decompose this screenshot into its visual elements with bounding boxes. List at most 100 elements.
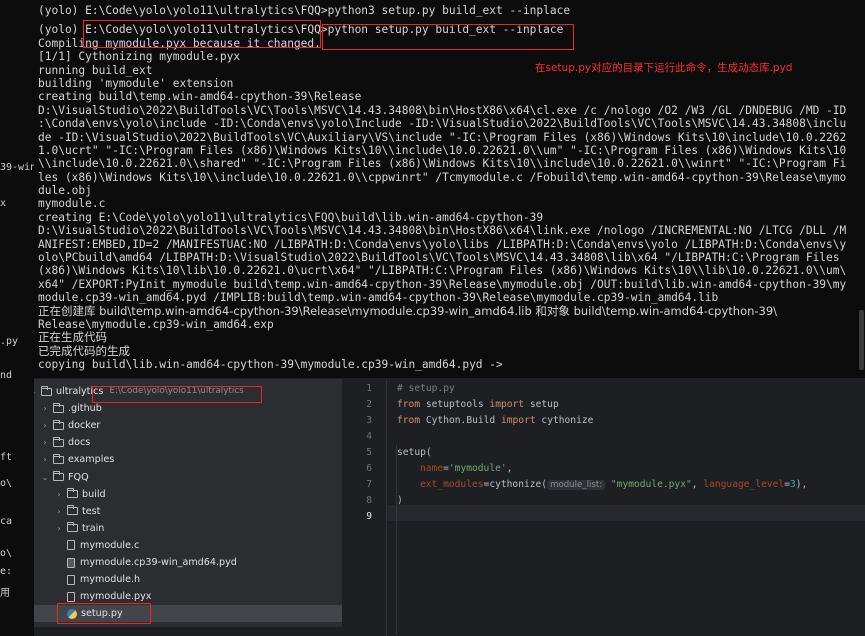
code-line-6[interactable]: name='mymodule', (397, 463, 512, 474)
terminal-line: 正在生成代码 (38, 331, 107, 345)
tree-item-mymodule-h[interactable]: mymodule.h (67, 571, 140, 588)
line-number: 6 (366, 463, 372, 474)
terminal-line: building 'mymodule' extension (38, 76, 234, 90)
chevron-right-icon[interactable]: › (40, 434, 50, 451)
tree-item-label: mymodule.c (80, 539, 140, 551)
module-token: Cython.Build (420, 415, 501, 426)
terminal-line: module.cp39-win_amd64.pyd /IMPLIB:build\… (38, 291, 719, 305)
param-token: language_level (703, 479, 785, 490)
terminal-line: dule.obj (38, 184, 92, 198)
tree-item-mymodule-c[interactable]: mymodule.c (67, 537, 139, 554)
tree-item-train[interactable]: › train (54, 520, 104, 537)
terminal-line: \\include\10.0.22621.0\\shared" "-IC:\Pr… (38, 157, 847, 171)
line-number: 1 (366, 383, 372, 394)
tree-item-build[interactable]: › build (54, 486, 106, 503)
tree-item-label: docs (68, 437, 91, 449)
project-tree[interactable]: ⌄ultralyticsE:\Code\yolo\yolo11\ultralyt… (10, 379, 342, 627)
parameter-hint: module_list: (547, 480, 606, 490)
file-icon (67, 591, 75, 602)
chevron-right-icon[interactable]: › (40, 451, 50, 468)
terminal-line: creating E:\Code\yolo\yolo11\ultralytics… (38, 210, 544, 224)
param-token: name (420, 463, 444, 474)
folder-icon (53, 436, 64, 447)
chevron-down-icon[interactable]: ⌄ (40, 469, 50, 486)
tree-item-label: docker (68, 420, 101, 432)
terminal-line: (yolo) E:\Code\yolo\yolo11\ultralytics\F… (38, 4, 571, 17)
terminal-scrollbar[interactable] (857, 0, 865, 378)
terminal-line: creating build\temp.win-amd64-cpython-39… (38, 90, 362, 104)
folder-icon (53, 471, 64, 481)
chevron-right-icon[interactable]: › (40, 417, 50, 434)
code-line-5[interactable]: setup( (397, 447, 432, 458)
keyword-token: from (397, 399, 421, 410)
background-text-fragment: x (0, 198, 7, 209)
chevron-right-icon[interactable]: › (54, 520, 64, 537)
terminal-line: x64" /EXPORT:PyInit_mymodule build\temp.… (38, 277, 847, 291)
terminal-line: ANIFEST:EMBED,ID=2 /MANIFESTUAC:NO /LIBP… (38, 237, 847, 251)
tree-item-label: train (82, 522, 105, 534)
tree-item-examples[interactable]: › examples (40, 451, 114, 468)
tree-item-label: mymodule.h (80, 574, 141, 586)
line-number: 5 (366, 447, 372, 458)
param-token: ext_modules (420, 479, 484, 490)
terminal-line: Release\mymodule.cp39-win_amd64.exp (38, 317, 274, 331)
code-line-3[interactable]: from Cython.Build import cythonize (397, 415, 593, 426)
code-editor[interactable]: 1 2 3 4 5 6 7 8 9 # setup.py from setuptools imp… (342, 379, 865, 636)
file-icon (67, 574, 75, 585)
terminal-line: copying build\lib.win-amd64-cpython-39\m… (38, 358, 503, 372)
tree-item-docker[interactable]: › docker (40, 417, 100, 434)
folder-icon (53, 419, 64, 430)
background-text-fragment: ft (0, 452, 13, 463)
folder-icon (67, 488, 78, 499)
tree-item-test[interactable]: › test (54, 503, 100, 520)
highlight-root-path-box (92, 386, 262, 403)
terminal-line: mymodule.c (38, 197, 106, 211)
highlight-prompt-path-box (83, 20, 321, 48)
punct-token: ), (795, 479, 808, 490)
tree-item-docs[interactable]: › docs (40, 434, 90, 451)
file-icon (67, 540, 75, 551)
call-token: setup( (397, 447, 432, 458)
code-line-8[interactable]: ) (397, 495, 403, 506)
folder-icon (53, 402, 64, 413)
line-number: 2 (366, 399, 372, 410)
background-text-fragment: 用 (0, 588, 10, 599)
terminal-window[interactable]: (yolo) E:\Code\yolo\yolo11\ultralytics\F… (0, 0, 865, 378)
tree-item-label: examples (68, 454, 115, 466)
terminal-scrollbar-thumb[interactable] (859, 310, 864, 370)
terminal-line: de -ID:\VisualStudio\2022\BuildTools\VC\… (38, 130, 847, 144)
terminal-line: 已完成代码的生成 (38, 344, 130, 358)
terminal-line: D:\VisualStudio\2022\BuildTools\VC\Tools… (38, 103, 847, 117)
line-number: 3 (366, 415, 372, 426)
tree-item-fqq[interactable]: ⌄ FQQ (40, 469, 89, 486)
name-token: setup (524, 399, 559, 410)
chevron-right-icon[interactable]: › (54, 486, 64, 503)
chevron-right-icon[interactable]: › (40, 400, 50, 417)
tree-item-label: FQQ (68, 471, 89, 483)
tree-item-mymodule-cp39-win-amd64-pyd[interactable]: mymodule.cp39-win_amd64.pyd (67, 554, 237, 571)
terminal-line: olo\PCbuild\amd64 /LIBPATH:D:\VisualStud… (38, 251, 840, 265)
background-text-fragment: ca (0, 516, 13, 527)
keyword-token: import (489, 399, 525, 410)
string-token: "mymodule.pyx" (605, 479, 692, 490)
highlight-setup-file-box (57, 603, 151, 624)
keyword-token: import (500, 415, 536, 426)
line-number-gutter: 1 2 3 4 5 6 7 8 9 (342, 379, 387, 636)
code-line-1[interactable]: # setup.py (397, 383, 455, 394)
line-number: 4 (366, 431, 372, 442)
terminal-line: D:\VisualStudio\2022\BuildTools\VC\Tools… (38, 224, 847, 238)
folder-icon (67, 505, 78, 516)
terminal-line: (x86)\Windows Kits\10\lib\10.0.22621.0\u… (38, 264, 847, 278)
keyword-token: from (397, 415, 421, 426)
line-number: 8 (366, 495, 372, 506)
string-token: 'mymodule' (448, 463, 507, 474)
comment-token: # setup.py (397, 383, 455, 394)
code-line-2[interactable]: from setuptools import setup (397, 399, 559, 410)
folder-icon (53, 453, 64, 464)
chevron-right-icon[interactable]: › (54, 503, 64, 520)
code-line-7[interactable]: ext_modules=cythonize(module_list: "mymo… (397, 479, 807, 490)
line-number: 9 (366, 511, 372, 522)
tree-item-label: mymodule.cp39-win_amd64.pyd (80, 557, 237, 568)
tree-item-label: test (82, 505, 101, 517)
terminal-line: 1.0\ucrt" "-IC:\Program Files (x86)\Wind… (38, 143, 847, 157)
